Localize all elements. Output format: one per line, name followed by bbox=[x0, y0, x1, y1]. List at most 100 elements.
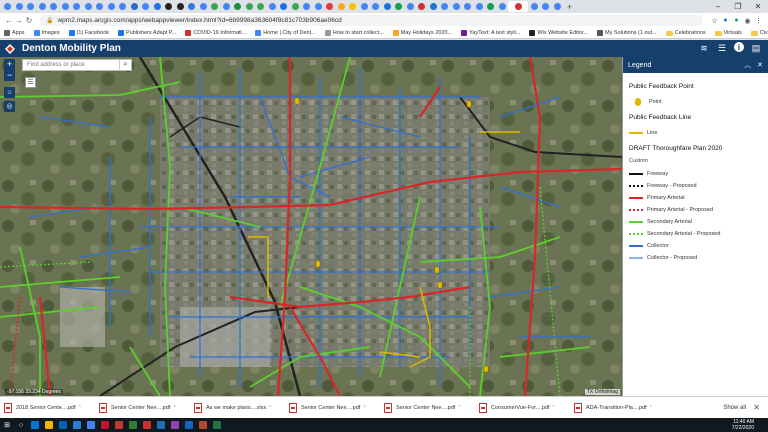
browser-tab[interactable] bbox=[152, 1, 163, 12]
bookmark-item[interactable]: My Solutions (1 out... bbox=[597, 30, 657, 36]
taskbar-app-icon[interactable] bbox=[84, 418, 98, 432]
browser-tab[interactable] bbox=[416, 1, 427, 12]
system-clock[interactable]: 11:40 AM 7/22/2020 bbox=[732, 419, 754, 431]
taskbar-app-icon[interactable] bbox=[168, 418, 182, 432]
bookmark-item[interactable]: Wix Website Editor... bbox=[529, 30, 588, 36]
browser-tab[interactable] bbox=[94, 1, 105, 12]
bookmark-item[interactable]: Home | City of Dent... bbox=[255, 30, 316, 36]
browser-tab[interactable] bbox=[129, 1, 140, 12]
browser-tab[interactable] bbox=[14, 1, 25, 12]
browser-tab[interactable] bbox=[428, 1, 439, 12]
show-all-button[interactable]: Show all bbox=[723, 405, 746, 411]
taskbar-app-icon[interactable] bbox=[154, 418, 168, 432]
bookmark-item[interactable]: Apps bbox=[4, 30, 25, 36]
layers-icon[interactable]: ≋ bbox=[698, 42, 710, 54]
browser-tab[interactable] bbox=[552, 1, 563, 12]
extension-icon[interactable]: ● bbox=[720, 17, 731, 24]
taskbar-app-icon[interactable] bbox=[210, 418, 224, 432]
browser-tab[interactable] bbox=[175, 1, 186, 12]
browser-tab[interactable] bbox=[37, 1, 48, 12]
menu-icon[interactable]: ⋮ bbox=[753, 17, 764, 25]
close-icon[interactable]: ✕ bbox=[757, 61, 763, 69]
browser-tab[interactable] bbox=[405, 1, 416, 12]
zoom-in-button[interactable]: + bbox=[4, 59, 15, 70]
download-item[interactable]: Senior Center Nee....pdf ⌃ bbox=[289, 402, 381, 413]
browser-tab[interactable] bbox=[83, 1, 94, 12]
extension-icon[interactable]: ● bbox=[731, 17, 742, 24]
list-view-icon[interactable]: ☰ bbox=[25, 77, 36, 88]
browser-tab[interactable] bbox=[117, 1, 128, 12]
bookmark-folder[interactable]: Civic Center bbox=[750, 30, 768, 36]
bookmark-item[interactable]: YayText: A text styli... bbox=[461, 30, 520, 36]
search-icon[interactable]: ○ bbox=[14, 418, 28, 432]
taskbar-app-icon[interactable] bbox=[56, 418, 70, 432]
reload-icon[interactable]: ↻ bbox=[24, 16, 34, 25]
download-item[interactable]: ADA-Transition-Pla....pdf ⌃ bbox=[574, 402, 666, 413]
bookmark-item[interactable]: How to start collect... bbox=[324, 30, 384, 36]
browser-tab[interactable] bbox=[485, 1, 496, 12]
search-icon[interactable]: ⌕ bbox=[119, 60, 131, 70]
chevron-up-icon[interactable]: ⌃ bbox=[172, 405, 176, 411]
taskbar-app-icon[interactable] bbox=[140, 418, 154, 432]
taskbar-app-icon[interactable] bbox=[126, 418, 140, 432]
download-item[interactable]: As we make plans....xlsx ⌃ bbox=[194, 402, 286, 413]
back-icon[interactable]: ← bbox=[4, 16, 14, 25]
bookmark-star-icon[interactable]: ☆ bbox=[709, 17, 720, 25]
browser-tab[interactable] bbox=[474, 1, 485, 12]
maximize-button[interactable]: ❐ bbox=[728, 0, 748, 13]
bookmark-item[interactable]: Images bbox=[33, 30, 60, 36]
taskbar-app-icon[interactable] bbox=[196, 418, 210, 432]
info-icon[interactable]: i bbox=[734, 42, 744, 52]
bookmark-folder[interactable]: Virtuals bbox=[714, 30, 742, 36]
close-icon[interactable]: ✕ bbox=[753, 403, 760, 412]
download-item[interactable]: 2018 Senior Cente....pdf ⌃ bbox=[4, 402, 96, 413]
browser-tab[interactable] bbox=[140, 1, 151, 12]
bookmark-item[interactable]: COVID-19 Informati... bbox=[185, 30, 246, 36]
chevron-up-icon[interactable]: ⌃ bbox=[268, 405, 272, 411]
browser-tab[interactable] bbox=[267, 1, 278, 12]
browser-tab[interactable] bbox=[232, 1, 243, 12]
browser-tab[interactable] bbox=[540, 1, 551, 12]
windows-start-icon[interactable]: ⊞ bbox=[0, 418, 14, 432]
browser-tab[interactable] bbox=[48, 1, 59, 12]
browser-tab[interactable] bbox=[313, 1, 324, 12]
browser-tab[interactable] bbox=[186, 1, 197, 12]
locate-button[interactable]: ◎ bbox=[4, 101, 15, 112]
browser-tab[interactable] bbox=[60, 1, 71, 12]
browser-tab[interactable] bbox=[393, 1, 404, 12]
print-icon[interactable]: ▤ bbox=[750, 42, 762, 54]
browser-tab[interactable] bbox=[301, 1, 312, 12]
browser-tab[interactable] bbox=[198, 1, 209, 12]
browser-tab[interactable] bbox=[451, 1, 462, 12]
chevron-up-icon[interactable]: ⌃ bbox=[457, 405, 461, 411]
taskbar-app-icon[interactable] bbox=[42, 418, 56, 432]
list-icon[interactable]: ☰ bbox=[716, 42, 728, 54]
chevron-up-icon[interactable]: ⌃ bbox=[78, 405, 82, 411]
browser-tab[interactable] bbox=[209, 1, 220, 12]
browser-tab[interactable] bbox=[290, 1, 301, 12]
taskbar-app-icon[interactable] bbox=[28, 418, 42, 432]
browser-tab[interactable] bbox=[529, 1, 540, 12]
browser-tab[interactable] bbox=[359, 1, 370, 12]
profile-icon[interactable]: ◉ bbox=[742, 17, 753, 25]
map-canvas[interactable] bbox=[0, 57, 622, 396]
download-item[interactable]: Senior Center Nee....pdf ⌃ bbox=[384, 402, 476, 413]
browser-tab[interactable] bbox=[221, 1, 232, 12]
browser-tab[interactable] bbox=[278, 1, 289, 12]
download-item[interactable]: Senior Center Nee....pdf ⌃ bbox=[99, 402, 191, 413]
download-item[interactable]: ConsumerVue-For....pdf ⌃ bbox=[479, 402, 571, 413]
collapse-icon[interactable]: ︿ bbox=[744, 60, 751, 70]
browser-tab[interactable] bbox=[163, 1, 174, 12]
browser-tab[interactable] bbox=[71, 1, 82, 12]
browser-tab[interactable] bbox=[382, 1, 393, 12]
chevron-up-icon[interactable]: ⌃ bbox=[362, 405, 366, 411]
search-input[interactable]: Find address or place bbox=[23, 62, 119, 68]
browser-tab[interactable] bbox=[497, 1, 508, 12]
bookmark-item[interactable]: May Holidays 2020... bbox=[392, 30, 452, 36]
browser-tab[interactable] bbox=[106, 1, 117, 12]
bookmark-folder[interactable]: Celebrations bbox=[665, 30, 706, 36]
browser-tab[interactable] bbox=[244, 1, 255, 12]
minimize-button[interactable]: – bbox=[708, 0, 728, 13]
browser-tab[interactable] bbox=[508, 1, 528, 12]
zoom-out-button[interactable]: − bbox=[4, 70, 15, 81]
